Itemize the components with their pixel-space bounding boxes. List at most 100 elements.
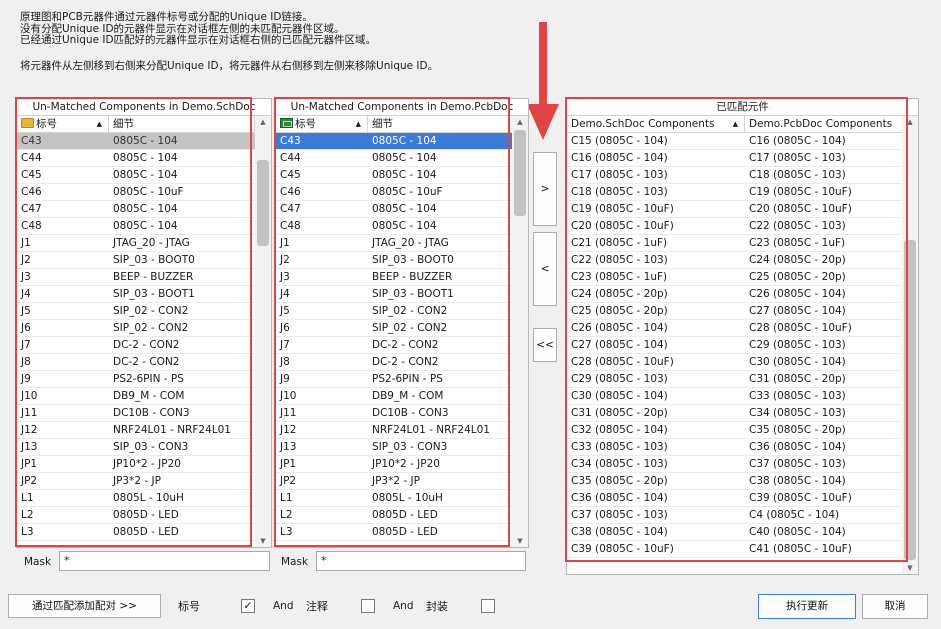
table-row[interactable]: J4 SIP_03 - BOOT1 <box>17 286 255 303</box>
table-row[interactable]: C22 (0805C - 103) C24 (0805C - 20p) <box>567 252 904 269</box>
table-row[interactable]: J7 DC-2 - CON2 <box>276 337 514 354</box>
table-row[interactable]: J6 SIP_02 - CON2 <box>276 320 514 337</box>
table-row[interactable]: J3 BEEP - BUZZER <box>17 269 255 286</box>
table-row[interactable]: J8 DC-2 - CON2 <box>276 354 514 371</box>
table-row[interactable]: J11 DC10B - CON3 <box>276 405 514 422</box>
table-row[interactable]: C20 (0805C - 10uF) C22 (0805C - 103) <box>567 218 904 235</box>
table-row[interactable]: L2 0805D - LED <box>276 507 514 524</box>
add-pairs-button[interactable]: 通过匹配添加配对 >> <box>8 594 161 618</box>
table-row[interactable]: C28 (0805C - 10uF) C30 (0805C - 104) <box>567 354 904 371</box>
table-row[interactable]: C29 (0805C - 103) C31 (0805C - 20p) <box>567 371 904 388</box>
move-all-left-button[interactable]: << <box>533 328 557 362</box>
table-row[interactable]: C45 0805C - 104 <box>17 167 255 184</box>
pcb-scroll-thumb[interactable] <box>514 130 526 216</box>
table-row[interactable]: C24 (0805C - 20p) C26 (0805C - 104) <box>567 286 904 303</box>
table-row[interactable]: J13 SIP_03 - CON3 <box>17 439 255 456</box>
table-row[interactable]: J12 NRF24L01 - NRF24L01 <box>276 422 514 439</box>
table-row[interactable]: C18 (0805C - 103) C19 (0805C - 10uF) <box>567 184 904 201</box>
move-left-button[interactable]: < <box>533 232 557 306</box>
table-row[interactable]: C38 (0805C - 104) C40 (0805C - 104) <box>567 524 904 541</box>
matched-col-pcb[interactable]: Demo.PcbDoc Components <box>745 116 904 132</box>
table-row[interactable]: L2 0805D - LED <box>17 507 255 524</box>
table-row[interactable]: J12 NRF24L01 - NRF24L01 <box>17 422 255 439</box>
sch-scroll-thumb[interactable] <box>257 160 269 246</box>
table-row[interactable]: J3 BEEP - BUZZER <box>276 269 514 286</box>
table-row[interactable]: J11 DC10B - CON3 <box>17 405 255 422</box>
table-row[interactable]: C47 0805C - 104 <box>17 201 255 218</box>
table-row[interactable]: JP1 JP10*2 - JP20 <box>17 456 255 473</box>
table-row[interactable]: JP1 JP10*2 - JP20 <box>276 456 514 473</box>
table-row[interactable]: C48 0805C - 104 <box>276 218 514 235</box>
execute-update-button[interactable]: 执行更新 <box>758 594 856 619</box>
designator-checkbox[interactable]: ✓ <box>241 599 255 613</box>
table-row[interactable]: J8 DC-2 - CON2 <box>17 354 255 371</box>
table-row[interactable]: J13 SIP_03 - CON3 <box>276 439 514 456</box>
matched-scrollbar[interactable]: ▲ ▼ <box>902 116 918 574</box>
table-row[interactable]: C46 0805C - 10uF <box>276 184 514 201</box>
move-right-button[interactable]: > <box>533 152 557 226</box>
table-row[interactable]: C43 0805C - 104 <box>276 133 514 150</box>
footprint-checkbox[interactable] <box>481 599 495 613</box>
pcb-mask-input[interactable]: * <box>316 551 526 571</box>
table-row[interactable]: C35 (0805C - 20p) C38 (0805C - 104) <box>567 473 904 490</box>
sch-mask-input[interactable]: * <box>59 551 270 571</box>
table-row[interactable]: C46 0805C - 10uF <box>17 184 255 201</box>
matched-col-sch[interactable]: Demo.SchDoc Components ▲ <box>567 116 745 132</box>
table-row[interactable]: J9 PS2-6PIN - PS <box>276 371 514 388</box>
table-row[interactable]: C16 (0805C - 104) C17 (0805C - 103) <box>567 150 904 167</box>
table-row[interactable]: C25 (0805C - 20p) C27 (0805C - 104) <box>567 303 904 320</box>
table-row[interactable]: J5 SIP_02 - CON2 <box>17 303 255 320</box>
table-row[interactable]: JP2 JP3*2 - JP <box>17 473 255 490</box>
table-row[interactable]: J5 SIP_02 - CON2 <box>276 303 514 320</box>
sch-scrollbar[interactable]: ▲ ▼ <box>255 116 271 547</box>
sch-col-designator[interactable]: 标号 ▲ <box>17 116 109 132</box>
table-row[interactable]: C48 0805C - 104 <box>17 218 255 235</box>
table-row[interactable]: J9 PS2-6PIN - PS <box>17 371 255 388</box>
table-row[interactable]: JP2 JP3*2 - JP <box>276 473 514 490</box>
table-row[interactable]: C17 (0805C - 103) C18 (0805C - 103) <box>567 167 904 184</box>
table-row[interactable]: C43 0805C - 104 <box>17 133 255 150</box>
table-row[interactable]: C31 (0805C - 20p) C34 (0805C - 103) <box>567 405 904 422</box>
scroll-up-icon[interactable]: ▲ <box>512 116 528 128</box>
table-row[interactable]: J6 SIP_02 - CON2 <box>17 320 255 337</box>
scroll-down-icon[interactable]: ▼ <box>512 535 528 547</box>
table-row[interactable]: J10 DB9_M - COM <box>276 388 514 405</box>
cancel-button[interactable]: 取消 <box>862 594 928 619</box>
table-row[interactable]: L1 0805L - 10uH <box>17 490 255 507</box>
table-row[interactable]: C37 (0805C - 103) C4 (0805C - 104) <box>567 507 904 524</box>
table-row[interactable]: C21 (0805C - 1uF) C23 (0805C - 1uF) <box>567 235 904 252</box>
table-row[interactable]: C15 (0805C - 104) C16 (0805C - 104) <box>567 133 904 150</box>
scroll-up-icon[interactable]: ▲ <box>902 116 918 128</box>
matched-scroll-thumb[interactable] <box>904 240 916 560</box>
scroll-down-icon[interactable]: ▼ <box>902 562 918 574</box>
sch-col-detail[interactable]: 细节 <box>109 116 255 132</box>
table-row[interactable]: L3 0805D - LED <box>17 524 255 541</box>
table-row[interactable]: C34 (0805C - 103) C37 (0805C - 103) <box>567 456 904 473</box>
table-row[interactable]: J1 JTAG_20 - JTAG <box>276 235 514 252</box>
table-row[interactable]: C39 (0805C - 10uF) C41 (0805C - 10uF) <box>567 541 904 558</box>
table-row[interactable]: C23 (0805C - 1uF) C25 (0805C - 20p) <box>567 269 904 286</box>
table-row[interactable]: J2 SIP_03 - BOOT0 <box>17 252 255 269</box>
table-row[interactable]: C44 0805C - 104 <box>276 150 514 167</box>
scroll-up-icon[interactable]: ▲ <box>255 116 271 128</box>
table-row[interactable]: C33 (0805C - 103) C36 (0805C - 104) <box>567 439 904 456</box>
comment-checkbox[interactable] <box>361 599 375 613</box>
table-row[interactable]: L1 0805L - 10uH <box>276 490 514 507</box>
scroll-down-icon[interactable]: ▼ <box>255 535 271 547</box>
table-row[interactable]: C27 (0805C - 104) C29 (0805C - 103) <box>567 337 904 354</box>
table-row[interactable]: C44 0805C - 104 <box>17 150 255 167</box>
pcb-scrollbar[interactable]: ▲ ▼ <box>512 116 528 547</box>
table-row[interactable]: J2 SIP_03 - BOOT0 <box>276 252 514 269</box>
table-row[interactable]: J7 DC-2 - CON2 <box>17 337 255 354</box>
pcb-col-designator[interactable]: 标号 ▲ <box>276 116 368 132</box>
pcb-col-detail[interactable]: 细节 <box>368 116 514 132</box>
table-row[interactable]: C45 0805C - 104 <box>276 167 514 184</box>
table-row[interactable]: C47 0805C - 104 <box>276 201 514 218</box>
table-row[interactable]: C19 (0805C - 10uF) C20 (0805C - 10uF) <box>567 201 904 218</box>
table-row[interactable]: J10 DB9_M - COM <box>17 388 255 405</box>
table-row[interactable]: C32 (0805C - 104) C35 (0805C - 20p) <box>567 422 904 439</box>
table-row[interactable]: L3 0805D - LED <box>276 524 514 541</box>
table-row[interactable]: C30 (0805C - 104) C33 (0805C - 103) <box>567 388 904 405</box>
table-row[interactable]: J1 JTAG_20 - JTAG <box>17 235 255 252</box>
table-row[interactable]: J4 SIP_03 - BOOT1 <box>276 286 514 303</box>
